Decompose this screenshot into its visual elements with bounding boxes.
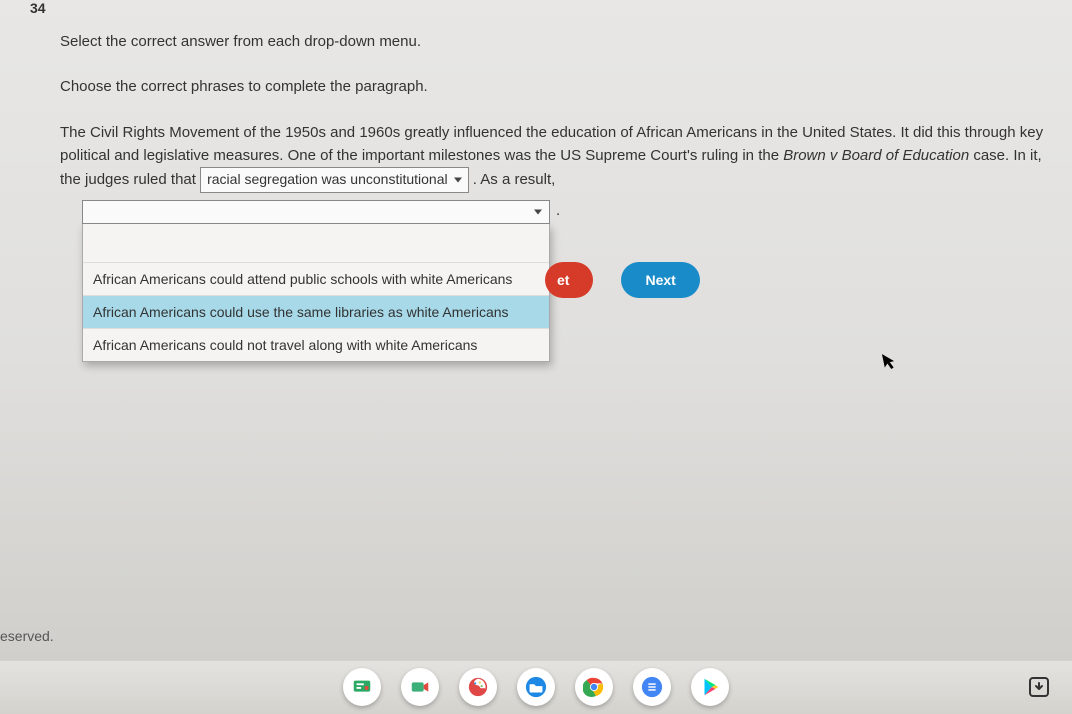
chrome-os-shelf: [0, 660, 1072, 714]
dropdown-2[interactable]: African Americans could attend public sc…: [82, 200, 550, 362]
dropdown-1[interactable]: racial segregation was unconstitutional: [200, 167, 468, 193]
presentation-app-icon[interactable]: [343, 668, 381, 706]
dropdown-2-option-0[interactable]: African Americans could attend public sc…: [83, 262, 549, 295]
camera-app-icon[interactable]: [401, 668, 439, 706]
next-button[interactable]: Next: [621, 262, 699, 298]
paragraph-body: The Civil Rights Movement of the 1950s a…: [60, 121, 1062, 193]
button-row: et Next: [545, 262, 700, 298]
trailing-period: .: [556, 202, 560, 219]
dropdown-2-list: African Americans could attend public sc…: [82, 224, 550, 362]
question-content: Select the correct answer from each drop…: [60, 30, 1062, 193]
instruction-secondary: Choose the correct phrases to complete t…: [60, 75, 1062, 98]
instruction-primary: Select the correct answer from each drop…: [60, 30, 1062, 53]
screenshot-tray-icon[interactable]: [1022, 670, 1056, 704]
files-app-icon[interactable]: [517, 668, 555, 706]
case-name: Brown v Board of Education: [783, 147, 969, 164]
dropdown-2-option-1[interactable]: African Americans could use the same lib…: [83, 295, 549, 328]
footer-copyright-fragment: eserved.: [0, 628, 54, 644]
dropdown-blank-option[interactable]: [83, 224, 549, 262]
docs-icon[interactable]: [633, 668, 671, 706]
chrome-icon[interactable]: [575, 668, 613, 706]
dropdown-2-option-2[interactable]: African Americans could not travel along…: [83, 328, 549, 361]
play-store-icon[interactable]: [691, 668, 729, 706]
reset-button[interactable]: et: [545, 262, 593, 298]
dropdown-1-value: racial segregation was unconstitutional: [207, 171, 447, 187]
paint-app-icon[interactable]: [459, 668, 497, 706]
dropdown-2-field[interactable]: [82, 200, 550, 224]
question-number: 34: [30, 0, 46, 16]
cursor-icon: [882, 351, 900, 376]
paragraph-text-3: . As a result,: [469, 171, 556, 188]
